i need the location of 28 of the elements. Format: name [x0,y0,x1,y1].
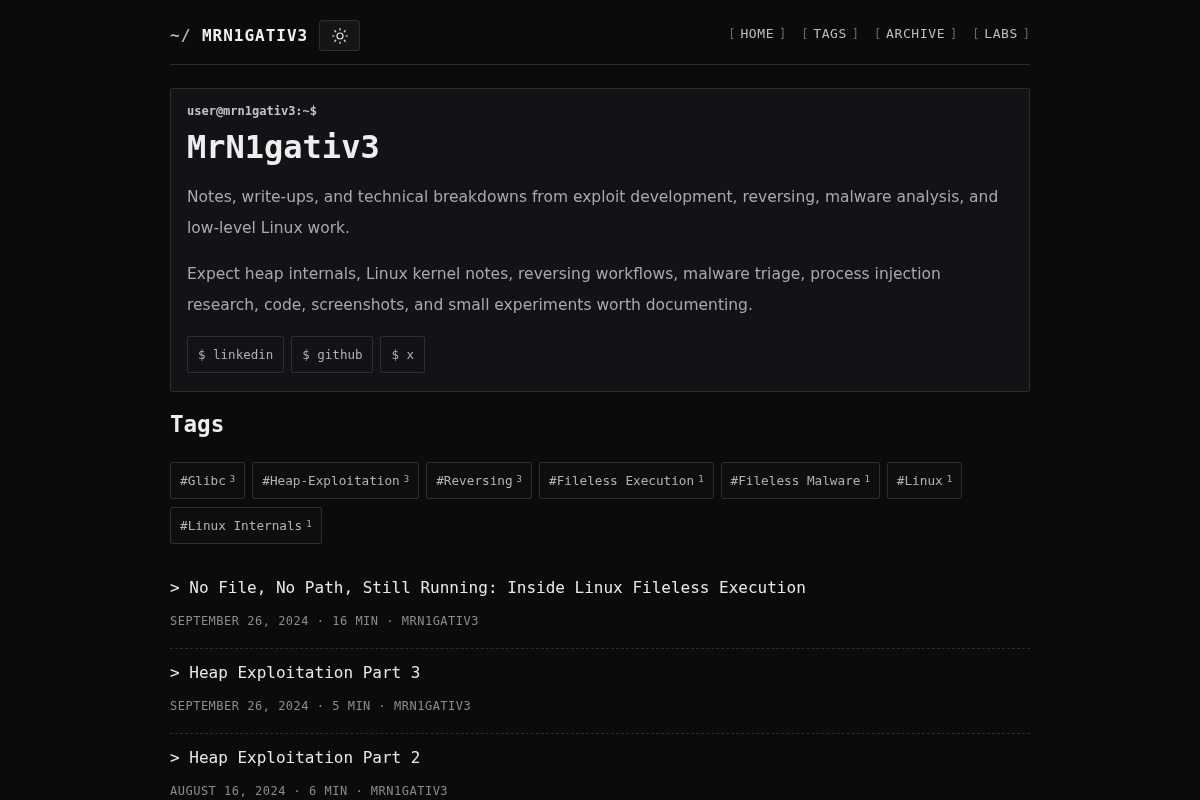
tag-link[interactable]: #Heap-Exploitation $^{3}$ [252,462,420,499]
social-link[interactable]: $ x [380,336,426,373]
intro-paragraph: Expect heap internals, Linux kernel notes, reversing workflows, malware triage, process injection research, code, screenshots, and small experiments worth documenting. [187,264,942,316]
tag-link[interactable]: #Fileless Malware $^{1}$ [720,462,880,499]
nav-link[interactable]: [ HOME ] [728,26,787,41]
tag-link[interactable]: #Linux $^{1}$ [886,462,963,499]
theme-toggle-button[interactable] [319,20,361,51]
site-logo-link[interactable]: ~/ MRN1GATIV3 [170,26,309,45]
post-title-link[interactable]: > Heap Exploitation Part 3 [170,661,421,685]
tag-link[interactable]: #Glibc $^{3}$ [170,462,246,499]
tag-link[interactable]: #Fileless Execution $^{1}$ [539,462,714,499]
shell-prompt: user@mrn1gativ3:~$ [187,103,319,119]
nav-link[interactable]: [ LABS ] [972,26,1030,41]
sun-icon [330,26,349,45]
social-link[interactable]: $ linkedin [187,336,285,373]
site-title: MrN1gativ3 [187,127,381,167]
post-title-link[interactable]: > Heap Exploitation Part 2 [170,746,421,770]
post-meta: AUGUST 16, 2024 · 6 MIN · MRN1GATIV3 [170,783,450,800]
post-meta: SEPTEMBER 26, 2024 · 5 MIN · MRN1GATIV3 [170,698,473,715]
intro-paragraph: Notes, write-ups, and technical breakdowns from exploit development, reversing, malware analysis, and low-level Linux work. [187,187,1000,239]
nav-link[interactable]: [ ARCHIVE ] [874,26,958,41]
tag-link[interactable]: #Reversing $^{3}$ [426,462,532,499]
tag-link[interactable]: #Linux Internals $^{1}$ [170,507,322,544]
section-heading: Tags [170,410,226,438]
nav-link[interactable]: [ TAGS ] [801,26,860,41]
post-title-link[interactable]: > No File, No Path, Still Running: Inside Linux Fileless Execution [170,576,806,600]
social-link[interactable]: $ github [291,336,374,373]
post-meta: SEPTEMBER 26, 2024 · 16 MIN · MRN1GATIV3 [170,613,480,630]
